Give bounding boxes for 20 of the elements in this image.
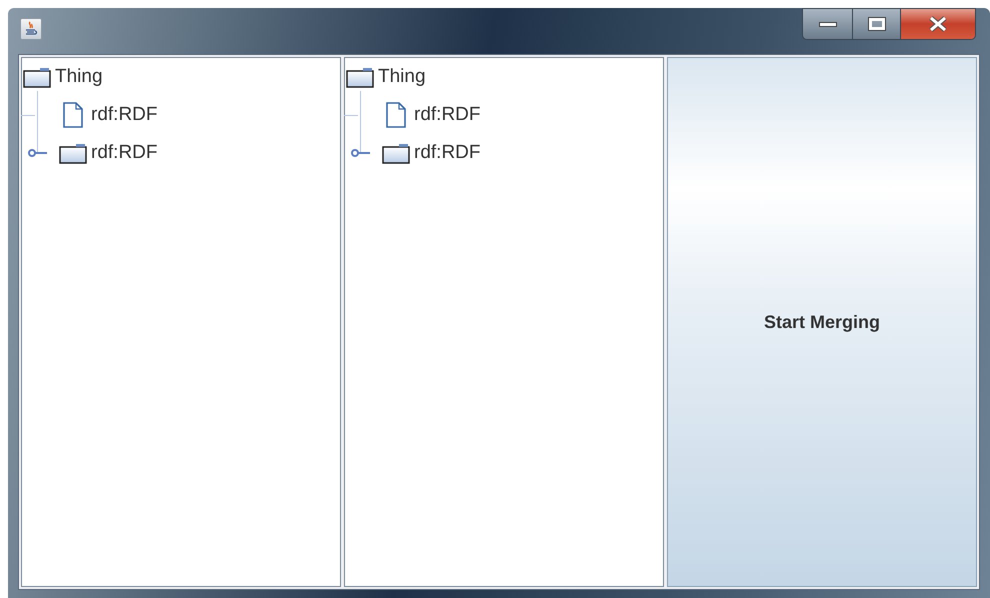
- minimize-button[interactable]: [803, 9, 853, 39]
- tree-node-label[interactable]: rdf:RDF: [414, 138, 480, 168]
- close-button[interactable]: [901, 9, 975, 39]
- tree-node-label[interactable]: rdf:RDF: [91, 138, 158, 168]
- start-merging-button[interactable]: Start Merging: [667, 57, 977, 587]
- file-icon: [62, 101, 84, 129]
- folder-icon: [346, 66, 374, 88]
- coffee-cup-icon: [20, 18, 42, 40]
- folder-icon: [59, 142, 87, 164]
- tree-node-label[interactable]: rdf:RDF: [414, 100, 480, 130]
- collapsed-handle-icon[interactable]: [351, 149, 371, 157]
- tree-node-label[interactable]: Thing: [55, 62, 103, 92]
- tree-node-label[interactable]: Thing: [378, 62, 426, 92]
- folder-icon: [382, 142, 410, 164]
- file-icon: [385, 101, 407, 129]
- maximize-button[interactable]: [853, 9, 901, 39]
- tree-node-label[interactable]: rdf:RDF: [91, 100, 158, 130]
- folder-icon: [23, 66, 51, 88]
- collapsed-handle-icon[interactable]: [28, 149, 48, 157]
- close-icon: [928, 16, 948, 32]
